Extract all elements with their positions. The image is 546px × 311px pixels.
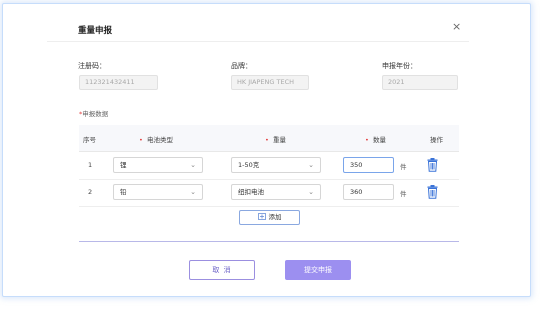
- close-icon[interactable]: ×: [452, 21, 461, 32]
- reg-code-field: 11232143241​1: [79, 75, 158, 90]
- quantity-input[interactable]: 350: [343, 157, 394, 173]
- chevron-down-icon: ⌄: [190, 161, 196, 169]
- header-divider: [47, 41, 469, 42]
- quantity-unit: 件: [400, 163, 407, 171]
- header-battery-type: • 电池类型: [139, 136, 173, 144]
- dialog-title: 重量申报: [78, 26, 113, 36]
- header-weight: • 重量: [265, 136, 286, 144]
- footer-divider: [79, 241, 459, 242]
- add-row-label: 添加: [268, 213, 282, 221]
- year-label: 申报年份：: [382, 62, 417, 70]
- table-row: 1 锂 ⌄ 1-50克 ⌄ 350 件: [79, 152, 459, 180]
- brand-field: HK JIAPENG TECH: [231, 75, 309, 90]
- section-title: *申报数据: [79, 108, 108, 118]
- add-row-button[interactable]: 添加: [239, 210, 300, 225]
- quantity-unit: 件: [400, 190, 407, 198]
- required-mark: •: [139, 136, 143, 144]
- header-action: 操作: [430, 136, 443, 144]
- header-index: 序号: [83, 136, 96, 144]
- weight-select[interactable]: 纽扣电池 ⌄: [231, 184, 321, 200]
- add-row-icon: [257, 213, 266, 220]
- weight-value: 1-50克: [238, 161, 260, 169]
- header-quantity: • 数量: [365, 136, 386, 144]
- table-row: 2 铅 ⌄ 纽扣电池 ⌄ 360 件: [79, 179, 459, 207]
- declare-table: 序号 • 电池类型 • 重量 • 数量 操作 1 锂 ⌄ 1-50克 ⌄ 350…: [79, 125, 459, 207]
- cancel-button[interactable]: 取 消: [189, 260, 255, 280]
- submit-button[interactable]: 提交申报: [285, 260, 351, 280]
- chevron-down-icon: ⌄: [308, 188, 314, 196]
- required-mark: •: [265, 136, 269, 144]
- weight-value: 纽扣电池: [238, 188, 264, 196]
- declare-weight-dialog: 重量申报 × 注册码： 11232143241​1 品牌： HK JIAPENG…: [2, 3, 531, 297]
- battery-type-select[interactable]: 锂 ⌄: [113, 157, 203, 173]
- reg-code-label: 注册码：: [78, 62, 106, 70]
- battery-type-value: 铅: [120, 188, 127, 196]
- brand-label: 品牌：: [231, 62, 252, 70]
- trash-icon[interactable]: [427, 185, 438, 199]
- chevron-down-icon: ⌄: [190, 188, 196, 196]
- table-header: 序号 • 电池类型 • 重量 • 数量 操作: [79, 125, 459, 152]
- chevron-down-icon: ⌄: [308, 161, 314, 169]
- battery-type-value: 锂: [120, 161, 127, 169]
- row-index: 2: [88, 188, 93, 196]
- year-field: 2021: [382, 75, 458, 90]
- trash-icon[interactable]: [427, 158, 438, 172]
- required-mark: •: [365, 136, 369, 144]
- quantity-input[interactable]: 360: [343, 184, 394, 200]
- weight-select[interactable]: 1-50克 ⌄: [231, 157, 321, 173]
- section-title-text: 申报数据: [82, 110, 109, 118]
- row-index: 1: [88, 161, 93, 169]
- battery-type-select[interactable]: 铅 ⌄: [113, 184, 203, 200]
